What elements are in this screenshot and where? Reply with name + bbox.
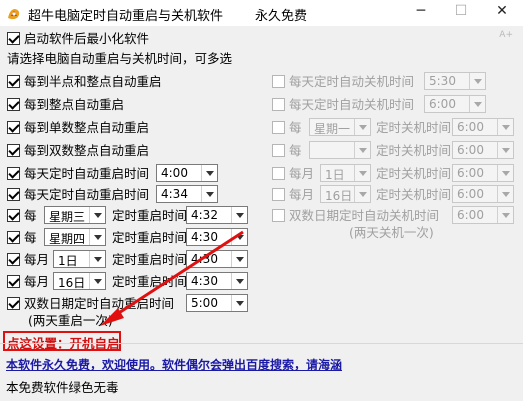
footer-text: 本免费软件绿色无毒 xyxy=(6,380,119,395)
divider xyxy=(0,343,523,344)
notice-link[interactable]: 本软件永久免费，欢迎使用。软件偶尔会弹出百度搜索，请海涵 xyxy=(6,356,342,373)
